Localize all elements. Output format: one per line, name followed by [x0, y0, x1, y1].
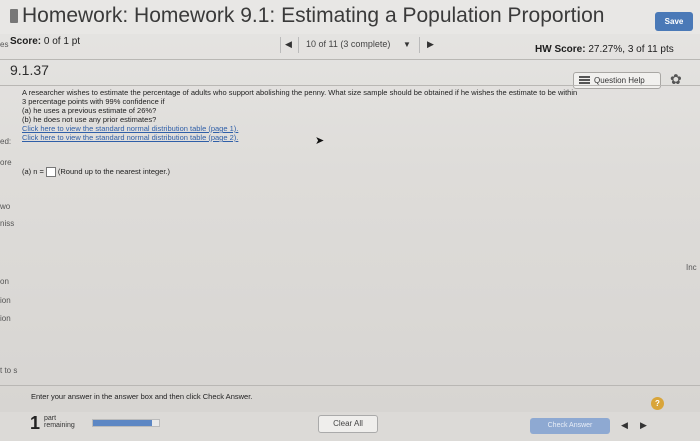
page: Homework: Homework 9.1: Estimating a Pop…	[0, 0, 700, 441]
edge-fragment-right: Inc	[686, 263, 697, 272]
divider	[0, 85, 700, 86]
hw-score: HW Score: 27.27%, 3 of 11 pts	[535, 44, 674, 55]
edge-fragment: on	[0, 277, 9, 286]
question-help-label: Question Help	[594, 76, 645, 85]
cursor-icon: ➤	[315, 135, 325, 147]
parts-label-line-2: remaining	[44, 422, 75, 429]
answer-prefix: (a) n =	[22, 167, 44, 176]
title-icon	[10, 9, 18, 24]
answer-row: (a) n = (Round up to the nearest integer.…	[22, 167, 171, 178]
hw-score-label: HW Score:	[535, 44, 586, 55]
question-line-1: A researcher wishes to estimate the perc…	[22, 88, 578, 97]
edge-fragment: t to s	[0, 366, 18, 375]
question-help-icon	[579, 76, 590, 84]
divider	[0, 59, 700, 60]
prev-arrow-icon[interactable]: ◀	[285, 39, 292, 50]
progress-bar	[92, 419, 160, 427]
question-part-b: (b) he does not use any prior estimates?	[22, 115, 157, 124]
hint-icon[interactable]: ?	[651, 397, 664, 410]
progress-fill	[93, 420, 153, 426]
normal-table-link-2[interactable]: Click here to view the standard normal d…	[22, 133, 238, 142]
edge-fragment: wo	[0, 202, 11, 211]
normal-table-link-1[interactable]: Click here to view the standard normal d…	[22, 124, 238, 133]
question-help-button[interactable]: Question Help	[573, 72, 661, 89]
answer-input[interactable]	[45, 167, 56, 178]
dropdown-icon[interactable]: ▼	[403, 40, 411, 49]
question-part-a: (a) he uses a previous estimate of 26%?	[22, 106, 157, 115]
save-button[interactable]: Save	[655, 12, 693, 31]
edge-fragment: ion	[0, 296, 11, 305]
score-row: Score: 0 of 1 pt ◀ 10 of 11 (3 complete)…	[0, 36, 700, 58]
question-text: A researcher wishes to estimate the perc…	[22, 88, 692, 142]
parts-remaining-label: part remaining	[44, 415, 75, 429]
nav-divider	[419, 37, 420, 53]
next-part-arrow-icon[interactable]: ▶	[640, 420, 647, 431]
question-number: 9.1.37	[10, 62, 49, 78]
edge-fragment: ed:	[0, 137, 12, 146]
divider	[0, 385, 700, 386]
clear-all-button[interactable]: Clear All	[318, 415, 378, 433]
edge-fragment: es	[0, 40, 9, 49]
parts-label-line-1: part	[44, 415, 57, 422]
title-text: Homework: Homework 9.1: Estimating a Pop…	[22, 4, 605, 27]
score-label: Score:	[10, 36, 42, 47]
edge-fragment: niss	[0, 219, 15, 228]
instruction-text: Enter your answer in the answer box and …	[31, 392, 253, 401]
question-line-2: 3 percentage points with 99% confidence …	[22, 97, 165, 106]
edge-fragment: ion	[0, 314, 11, 323]
answer-suffix: (Round up to the nearest integer.)	[57, 167, 171, 176]
question-score: Score: 0 of 1 pt	[10, 36, 80, 47]
edge-fragment: ore	[0, 158, 12, 167]
title-bar: Homework: Homework 9.1: Estimating a Pop…	[0, 0, 700, 34]
parts-remaining-count: 1	[30, 413, 41, 433]
page-title: Homework: Homework 9.1: Estimating a Pop…	[10, 4, 604, 28]
prev-part-arrow-icon[interactable]: ◀	[621, 420, 628, 431]
hw-score-value: 27.27%, 3 of 11 pts	[588, 44, 674, 55]
nav-divider	[280, 37, 281, 53]
question-navigator[interactable]: 10 of 11 (3 complete)	[306, 39, 390, 49]
next-arrow-icon[interactable]: ▶	[427, 39, 434, 50]
score-value: 0 of 1 pt	[43, 36, 81, 47]
check-answer-button[interactable]: Check Answer	[530, 418, 610, 434]
nav-divider	[298, 37, 299, 53]
